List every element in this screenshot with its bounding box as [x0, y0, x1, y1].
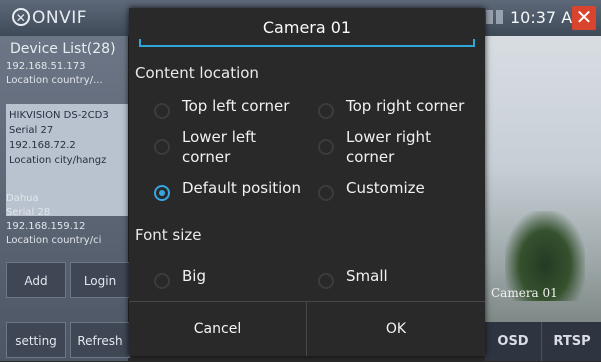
device-serial: Serial 28 [6, 207, 51, 218]
device-model: Dahua [6, 193, 39, 204]
camera-name-input[interactable]: Camera 01 [139, 14, 475, 47]
radio-label[interactable]: Top left corner [182, 96, 289, 116]
device-ip: 192.168.159.12 [6, 221, 86, 232]
setting-button[interactable]: setting [6, 322, 66, 358]
osd-button[interactable]: OSD [485, 322, 541, 361]
device-item[interactable]: 192.168.51.173 Location country/... [6, 60, 128, 98]
radio-circle-icon[interactable] [318, 139, 334, 155]
radio-circle-icon[interactable] [318, 185, 334, 201]
radio-checked-icon[interactable] [154, 185, 170, 201]
ok-button[interactable]: OK [307, 302, 485, 356]
radio-label[interactable]: Small [346, 266, 388, 286]
radio-label[interactable]: Big [182, 266, 206, 286]
device-item[interactable]: Dahua Serial 28 192.168.159.12 Location … [6, 192, 128, 272]
device-model: HIKVISION DS-2CD3 [9, 110, 109, 121]
radio-circle-icon[interactable] [318, 273, 334, 289]
radio-label[interactable]: Top right corner [346, 96, 464, 116]
radio-label[interactable]: Customize [346, 178, 425, 198]
device-location: Location country/... [6, 75, 103, 86]
preview-overlay-label: Camera 01 [491, 286, 558, 300]
camera-name-value[interactable]: Camera 01 [139, 18, 475, 37]
radio-circle-icon[interactable] [318, 103, 334, 119]
app-title-text: ONVIF [32, 8, 88, 28]
osd-settings-dialog: Camera 01 Content location Top left corn… [129, 8, 485, 356]
device-location: Location city/hangz [9, 155, 107, 166]
camera-preview [485, 36, 601, 361]
cancel-button[interactable]: Cancel [129, 302, 306, 356]
font-size-title: Font size [135, 226, 202, 244]
device-list-title: Device List(28) [10, 41, 116, 57]
device-ip: 192.168.72.2 [9, 140, 76, 151]
radio-circle-icon[interactable] [154, 139, 170, 155]
onvif-logo-icon: ✕ [12, 8, 30, 26]
input-underline [139, 39, 475, 47]
device-serial: Serial 27 [9, 125, 54, 136]
radio-label[interactable]: Lower left corner [182, 127, 256, 167]
rtsp-button[interactable]: RTSP [541, 322, 601, 361]
radio-circle-icon[interactable] [154, 103, 170, 119]
radio-label[interactable]: Lower right corner [346, 127, 431, 167]
refresh-button[interactable]: Refresh [70, 322, 130, 358]
radio-label[interactable]: Default position [182, 178, 301, 198]
add-button[interactable]: Add [6, 262, 66, 298]
radio-circle-icon[interactable] [154, 273, 170, 289]
app-title: ✕ ONVIF [12, 8, 87, 28]
device-list-panel: Device List(28) 192.168.51.173 Location … [0, 36, 128, 361]
device-location: Location country/ci [6, 235, 102, 246]
content-location-title: Content location [135, 64, 259, 82]
signal-icon [486, 10, 493, 24]
login-button[interactable]: Login [70, 262, 130, 298]
close-button[interactable]: ✕ [572, 6, 596, 30]
battery-icon [496, 10, 503, 24]
device-ip: 192.168.51.173 [6, 61, 86, 72]
